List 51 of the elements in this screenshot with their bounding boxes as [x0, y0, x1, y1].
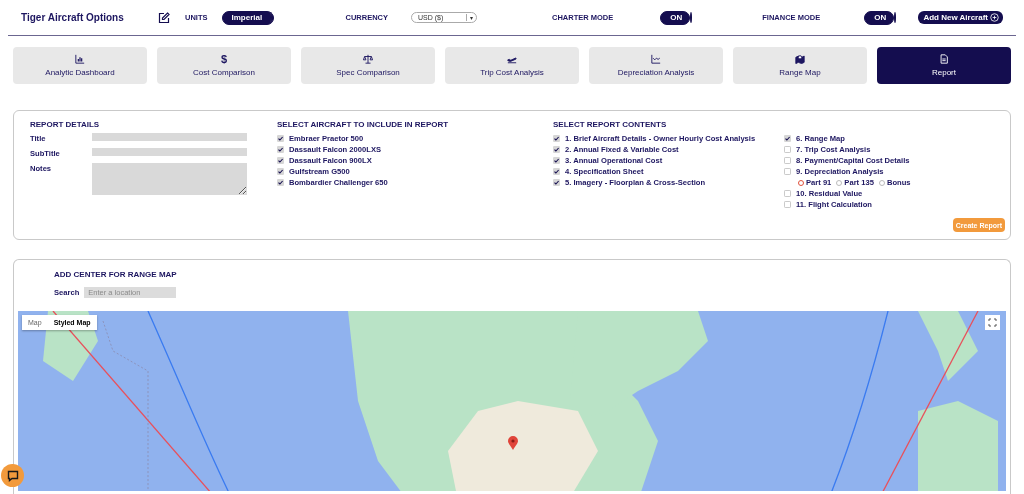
- radio-button[interactable]: [878, 179, 885, 186]
- fullscreen-icon: [988, 318, 997, 327]
- checkbox[interactable]: [553, 146, 560, 153]
- checkbox[interactable]: [553, 168, 560, 175]
- checkbox[interactable]: [784, 135, 791, 142]
- units-toggle[interactable]: Imperial: [221, 10, 274, 25]
- edit-icon[interactable]: [158, 11, 170, 24]
- nav-tab[interactable]: Trip Cost Analysis: [445, 47, 579, 84]
- checkbox[interactable]: [553, 135, 560, 142]
- checkbox[interactable]: [784, 146, 791, 153]
- map-pin-icon: [795, 54, 805, 64]
- checkbox[interactable]: [277, 146, 284, 153]
- chat-bubble-icon: [6, 469, 19, 482]
- checkbox[interactable]: [277, 179, 284, 186]
- airplane-icon: [507, 54, 517, 64]
- checkbox[interactable]: [784, 190, 791, 197]
- section-heading: SELECT REPORT CONTENTS: [553, 120, 668, 129]
- nav-tab[interactable]: Depreciation Analysis: [589, 47, 723, 84]
- radio-button[interactable]: [836, 179, 843, 186]
- section-heading: ADD CENTER FOR RANGE MAP: [54, 270, 178, 279]
- nav-tab[interactable]: Analytic Dashboard: [13, 47, 147, 84]
- scale-icon: [363, 54, 373, 64]
- line-chart-icon: [651, 54, 661, 64]
- radio-button[interactable]: [798, 179, 804, 186]
- nav-tab[interactable]: Range Map: [733, 47, 867, 84]
- chart-icon: [75, 54, 85, 64]
- input-field[interactable]: [92, 133, 247, 141]
- dollar-icon: $: [220, 54, 228, 64]
- checkbox[interactable]: [553, 157, 560, 164]
- nav-tab[interactable]: Report: [877, 47, 1011, 84]
- section-heading: REPORT DETAILS: [30, 120, 101, 129]
- section-heading: SELECT AIRCRAFT TO INCLUDE IN REPORT: [277, 120, 450, 129]
- nav-tab[interactable]: $ Cost Comparison: [157, 47, 291, 84]
- checkbox[interactable]: [553, 179, 560, 186]
- notes-field[interactable]: [92, 163, 247, 195]
- checkbox[interactable]: [784, 201, 791, 208]
- checkbox[interactable]: [784, 168, 791, 175]
- mode-toggle[interactable]: ON: [660, 10, 691, 25]
- document-icon: [939, 54, 949, 64]
- checkbox[interactable]: [277, 135, 284, 142]
- mode-toggle[interactable]: ON: [864, 10, 895, 25]
- input-field[interactable]: [92, 148, 247, 156]
- checkbox[interactable]: [784, 157, 791, 164]
- map-pin-icon: [508, 436, 518, 450]
- app-title: Tiger Aircraft Options: [21, 12, 125, 23]
- plus-circle-icon: [990, 13, 999, 22]
- checkbox[interactable]: [277, 168, 284, 175]
- checkbox[interactable]: [277, 157, 284, 164]
- chat-button[interactable]: [1, 464, 24, 487]
- add-aircraft-button[interactable]: Add New Aircraft: [918, 11, 1003, 24]
- nav-tab[interactable]: Spec Comparison: [301, 47, 435, 84]
